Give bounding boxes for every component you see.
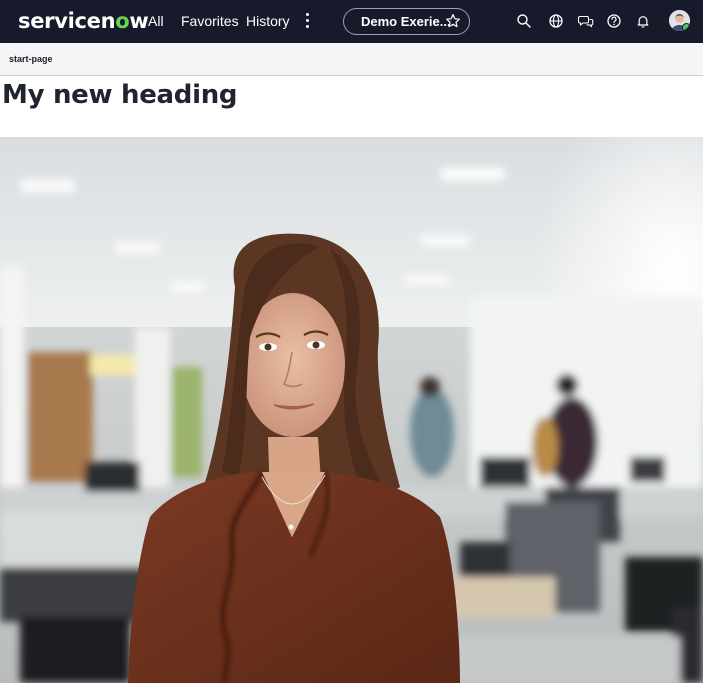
chat-icon[interactable] (577, 12, 595, 30)
context-pill[interactable]: Demo Exerie... (343, 8, 470, 35)
globe-icon[interactable] (547, 12, 565, 30)
breadcrumb: start-page (0, 43, 703, 76)
hero-image (0, 137, 703, 683)
hero-photo (0, 137, 703, 683)
top-navigation: servicenow All Favorites History Demo Ex… (0, 0, 703, 43)
page-title: My new heading (2, 80, 238, 110)
breadcrumb-page[interactable]: start-page (9, 54, 53, 64)
nav-favorites[interactable]: Favorites (181, 12, 239, 30)
logo-text-suffix: w (129, 9, 149, 33)
star-icon[interactable] (445, 13, 461, 29)
user-avatar[interactable] (669, 10, 690, 31)
search-icon[interactable] (515, 12, 533, 30)
more-menu-icon[interactable] (300, 10, 314, 32)
nav-history[interactable]: History (246, 12, 290, 30)
logo-text-o: o (115, 9, 130, 33)
context-pill-title: Demo Exerie... (361, 14, 451, 29)
logo-text-prefix: servicen (18, 9, 116, 33)
notifications-icon[interactable] (634, 12, 652, 30)
help-icon[interactable] (605, 12, 623, 30)
online-status-dot (682, 23, 690, 31)
nav-all[interactable]: All (148, 12, 164, 30)
servicenow-logo[interactable]: servicenow (18, 6, 149, 36)
